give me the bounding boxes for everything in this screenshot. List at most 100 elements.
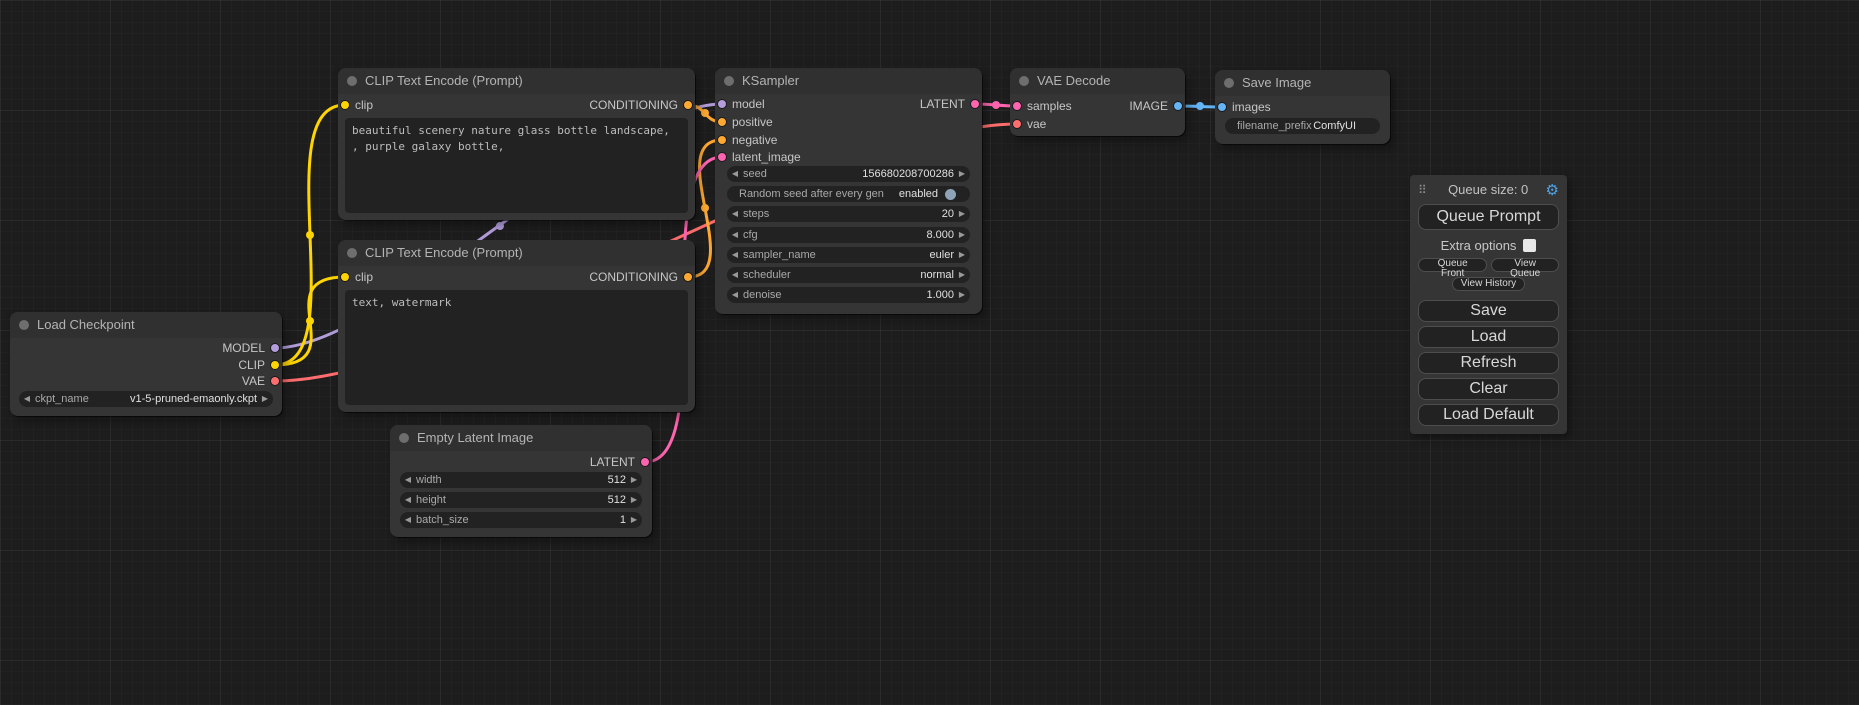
next-value-arrow-icon[interactable]: ▶: [954, 247, 970, 263]
increment-arrow-icon[interactable]: ▶: [954, 166, 970, 182]
node-titlebar[interactable]: VAE Decode: [1010, 68, 1185, 94]
widget-ckpt-name[interactable]: ◀ ckpt_name v1-5-pruned-emaonly.ckpt ▶: [19, 391, 273, 407]
increment-arrow-icon[interactable]: ▶: [626, 472, 642, 488]
collapse-dot-icon[interactable]: [19, 320, 29, 330]
collapse-dot-icon[interactable]: [724, 76, 734, 86]
positive-input-dot[interactable]: [717, 117, 727, 127]
clip-input-dot[interactable]: [340, 100, 350, 110]
latent-output-dot[interactable]: [970, 99, 980, 109]
drag-handle-icon[interactable]: ⠿: [1418, 183, 1427, 197]
widget-scheduler[interactable]: ◀ scheduler normal ▶: [727, 267, 970, 283]
widget-random-seed-toggle[interactable]: Random seed after every gen enabled: [727, 186, 970, 202]
extra-options-row: Extra options: [1418, 238, 1559, 253]
queue-panel[interactable]: ⠿ Queue size: 0 ⚙ Queue Prompt Extra opt…: [1410, 175, 1567, 434]
decrement-arrow-icon[interactable]: ◀: [400, 512, 416, 528]
images-input-dot[interactable]: [1217, 102, 1227, 112]
samples-input-dot[interactable]: [1012, 101, 1022, 111]
port-label: model: [732, 96, 765, 112]
increment-arrow-icon[interactable]: ▶: [626, 512, 642, 528]
prev-value-arrow-icon[interactable]: ◀: [727, 247, 743, 263]
node-titlebar[interactable]: CLIP Text Encode (Prompt): [338, 68, 695, 94]
port-row: model LATENT: [715, 96, 982, 112]
toggle-knob-icon[interactable]: [945, 189, 956, 200]
link-midpoint-dot: [496, 222, 504, 230]
collapse-dot-icon[interactable]: [399, 433, 409, 443]
widget-name: Random seed after every gen: [739, 188, 884, 200]
node-titlebar[interactable]: CLIP Text Encode (Prompt): [338, 240, 695, 266]
load-default-button[interactable]: Load Default: [1418, 404, 1559, 426]
decrement-arrow-icon[interactable]: ◀: [400, 492, 416, 508]
extra-options-checkbox[interactable]: [1523, 239, 1536, 252]
conditioning-output-dot[interactable]: [683, 272, 693, 282]
settings-gear-icon[interactable]: ⚙: [1546, 181, 1559, 199]
widget-filename-prefix[interactable]: filename_prefix ComfyUI: [1225, 118, 1380, 134]
node-clip-text-encode-positive[interactable]: CLIP Text Encode (Prompt) clip CONDITION…: [338, 68, 695, 220]
widget-value: 1.000: [782, 289, 954, 301]
prompt-textarea[interactable]: text, watermark: [345, 290, 688, 405]
node-save-image[interactable]: Save Image images filename_prefix ComfyU…: [1215, 70, 1390, 144]
vae-output-dot[interactable]: [270, 376, 280, 386]
node-titlebar[interactable]: KSampler: [715, 68, 982, 94]
next-value-arrow-icon[interactable]: ▶: [257, 391, 273, 407]
model-input-dot[interactable]: [717, 99, 727, 109]
next-value-arrow-icon[interactable]: ▶: [954, 267, 970, 283]
node-ksampler[interactable]: KSampler model LATENT positive negative …: [715, 68, 982, 314]
widget-sampler-name[interactable]: ◀ sampler_name euler ▶: [727, 247, 970, 263]
decrement-arrow-icon[interactable]: ◀: [400, 472, 416, 488]
queue-prompt-button[interactable]: Queue Prompt: [1418, 204, 1559, 230]
decrement-arrow-icon[interactable]: ◀: [727, 206, 743, 222]
latent-image-input-dot[interactable]: [717, 152, 727, 162]
increment-arrow-icon[interactable]: ▶: [954, 287, 970, 303]
increment-arrow-icon[interactable]: ▶: [954, 206, 970, 222]
view-history-button[interactable]: View History: [1452, 277, 1525, 291]
collapse-dot-icon[interactable]: [1019, 76, 1029, 86]
clip-input-dot[interactable]: [340, 272, 350, 282]
save-button[interactable]: Save: [1418, 300, 1559, 322]
input-row-negative: negative: [715, 132, 982, 148]
decrement-arrow-icon[interactable]: ◀: [727, 166, 743, 182]
increment-arrow-icon[interactable]: ▶: [626, 492, 642, 508]
node-empty-latent-image[interactable]: Empty Latent Image LATENT ◀ width 512 ▶ …: [390, 425, 652, 537]
graph-canvas[interactable]: { "colors": { "canvas_bg": "#1d1d1d", "n…: [0, 0, 1859, 705]
node-titlebar[interactable]: Load Checkpoint: [10, 312, 282, 338]
widget-denoise[interactable]: ◀ denoise 1.000 ▶: [727, 287, 970, 303]
link-midpoint-dot: [992, 101, 1000, 109]
clip-output-dot[interactable]: [270, 360, 280, 370]
widget-batch-size[interactable]: ◀ batch_size 1 ▶: [400, 512, 642, 528]
widget-cfg[interactable]: ◀ cfg 8.000 ▶: [727, 227, 970, 243]
node-vae-decode[interactable]: VAE Decode samples IMAGE vae: [1010, 68, 1185, 136]
node-titlebar[interactable]: Save Image: [1215, 70, 1390, 96]
collapse-dot-icon[interactable]: [347, 248, 357, 258]
widget-height[interactable]: ◀ height 512 ▶: [400, 492, 642, 508]
image-output-dot[interactable]: [1173, 101, 1183, 111]
prompt-textarea[interactable]: beautiful scenery nature glass bottle la…: [345, 118, 688, 213]
collapse-dot-icon[interactable]: [347, 76, 357, 86]
node-load-checkpoint[interactable]: Load Checkpoint MODEL CLIP VAE ◀ ckpt_na…: [10, 312, 282, 416]
view-queue-button[interactable]: View Queue: [1491, 258, 1559, 272]
latent-output-dot[interactable]: [640, 457, 650, 467]
prev-value-arrow-icon[interactable]: ◀: [19, 391, 35, 407]
widget-name: sampler_name: [743, 249, 816, 261]
widget-seed[interactable]: ◀ seed 156680208700286 ▶: [727, 166, 970, 182]
refresh-button[interactable]: Refresh: [1418, 352, 1559, 374]
decrement-arrow-icon[interactable]: ◀: [727, 227, 743, 243]
node-clip-text-encode-negative[interactable]: CLIP Text Encode (Prompt) clip CONDITION…: [338, 240, 695, 412]
widget-width[interactable]: ◀ width 512 ▶: [400, 472, 642, 488]
widget-steps[interactable]: ◀ steps 20 ▶: [727, 206, 970, 222]
prev-value-arrow-icon[interactable]: ◀: [727, 267, 743, 283]
load-button[interactable]: Load: [1418, 326, 1559, 348]
widget-name: height: [416, 494, 446, 506]
increment-arrow-icon[interactable]: ▶: [954, 227, 970, 243]
node-titlebar[interactable]: Empty Latent Image: [390, 425, 652, 451]
widget-name: steps: [743, 208, 769, 220]
clear-button[interactable]: Clear: [1418, 378, 1559, 400]
decrement-arrow-icon[interactable]: ◀: [727, 287, 743, 303]
input-row-latent-image: latent_image: [715, 149, 982, 165]
conditioning-output-dot[interactable]: [683, 100, 693, 110]
widget-value: euler: [816, 249, 954, 261]
model-output-dot[interactable]: [270, 343, 280, 353]
queue-front-button[interactable]: Queue Front: [1418, 258, 1487, 272]
negative-input-dot[interactable]: [717, 135, 727, 145]
vae-input-dot[interactable]: [1012, 119, 1022, 129]
collapse-dot-icon[interactable]: [1224, 78, 1234, 88]
